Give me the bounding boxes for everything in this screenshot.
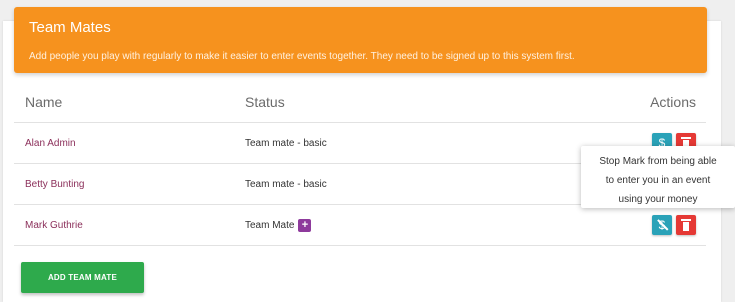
team-mate-status: Team Mate [245,219,295,231]
team-mate-name-link[interactable]: Mark Guthrie [25,220,83,231]
table-row: Mark Guthrie Team Mate + $ [14,205,706,246]
team-mate-status: Team mate - basic [245,178,327,190]
panel-subtitle: Add people you play with regularly to ma… [29,51,575,62]
team-mate-status: Team mate - basic [245,137,327,149]
column-header-name: Name [25,94,63,110]
tooltip-line: using your money [618,194,698,205]
no-money-icon: $ [657,218,669,232]
table-header-row: Name Status Actions [14,82,706,123]
column-header-actions: Actions [650,94,696,110]
delete-button[interactable] [676,215,696,235]
upgrade-plus-badge[interactable]: + [298,218,312,232]
page: Team Mates Add people you play with regu… [0,0,735,302]
trash-icon [681,218,691,231]
money-permission-tooltip: Stop Mark from being able to enter you i… [581,146,735,208]
column-header-status: Status [245,94,285,110]
tooltip-line: to enter you in an event [605,175,711,186]
money-permission-button[interactable]: $ [652,215,672,235]
team-mate-name-link[interactable]: Alan Admin [25,138,76,149]
add-team-mate-button[interactable]: ADD TEAM MATE [21,262,144,293]
tooltip-line: Stop Mark from being able [599,156,717,167]
row-actions: $ [648,205,696,245]
panel-title: Team Mates [29,19,111,36]
team-mate-name-link[interactable]: Betty Bunting [25,179,84,190]
team-mates-header: Team Mates Add people you play with regu… [14,7,707,73]
